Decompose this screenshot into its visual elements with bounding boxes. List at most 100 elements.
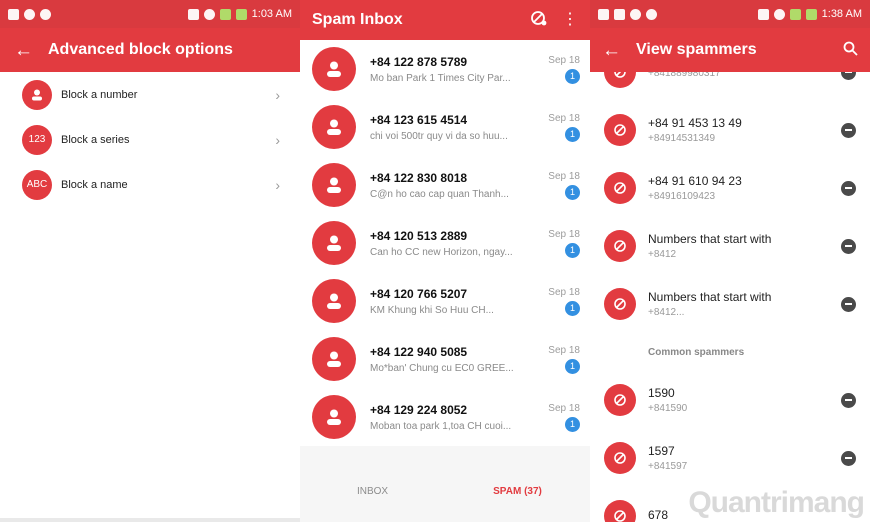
message-date: Sep 18 bbox=[548, 228, 580, 240]
message-row[interactable]: +84 129 224 8052 Moban toa park 1,toa CH … bbox=[300, 388, 590, 446]
blocked-icon bbox=[604, 384, 636, 416]
spammer-name: 1590 bbox=[648, 386, 675, 400]
person-avatar-icon bbox=[312, 337, 356, 381]
sender-number: +84 122 830 8018 bbox=[370, 170, 468, 185]
battery-icon bbox=[805, 8, 817, 20]
back-arrow-icon[interactable]: ← bbox=[14, 41, 48, 60]
message-date: Sep 18 bbox=[548, 402, 580, 414]
sender-number: +84 123 615 4514 bbox=[370, 112, 468, 127]
spammer-number: +841590 bbox=[648, 403, 688, 414]
series-badge: 123 bbox=[22, 124, 52, 155]
spammer-list: +841889980317 +84 91 453 13 49 +849145313… bbox=[590, 43, 870, 522]
person-avatar-icon bbox=[312, 279, 356, 323]
unread-count-badge: 1 bbox=[565, 300, 580, 316]
blocked-icon bbox=[604, 500, 636, 522]
remove-icon[interactable] bbox=[841, 450, 856, 466]
unread-count-badge: 1 bbox=[565, 416, 580, 432]
name-badge: ABC bbox=[22, 169, 52, 200]
status-bar: 1:38 AM bbox=[590, 0, 870, 28]
spammer-name: 1597 bbox=[648, 444, 675, 458]
tab-spam[interactable]: SPAM (37) bbox=[445, 474, 590, 522]
signal-icon bbox=[789, 8, 801, 20]
page-title: View spammers bbox=[636, 41, 757, 58]
spammer-row[interactable]: +84 91 610 94 23 +84916109423 bbox=[590, 159, 870, 217]
chevron-right-icon: › bbox=[275, 131, 280, 148]
option-label: Block a series bbox=[61, 133, 130, 146]
battery-icon bbox=[235, 8, 247, 20]
remove-icon[interactable] bbox=[841, 122, 856, 138]
sender-number: +84 122 940 5085 bbox=[370, 344, 468, 359]
remove-icon[interactable] bbox=[841, 296, 856, 312]
spammer-name: Numbers that start with bbox=[648, 232, 772, 246]
section-header: Common spammers bbox=[648, 346, 745, 358]
status-time: 1:03 AM bbox=[251, 8, 292, 20]
message-date: Sep 18 bbox=[548, 344, 580, 356]
message-row[interactable]: +84 123 615 4514 chi voi 500tr quy vi da … bbox=[300, 98, 590, 156]
sender-number: +84 122 878 5789 bbox=[370, 54, 468, 69]
block-settings-icon[interactable] bbox=[530, 9, 548, 31]
search-icon[interactable] bbox=[843, 41, 858, 60]
message-date: Sep 18 bbox=[548, 286, 580, 298]
message-preview: Moban toa park 1,toa CH cuoi... bbox=[370, 420, 512, 432]
spammer-row[interactable]: +84 91 453 13 49 +84914531349 bbox=[590, 101, 870, 159]
blocked-icon bbox=[604, 230, 636, 262]
message-icon bbox=[614, 8, 625, 20]
option-block-number[interactable]: Block a number › bbox=[0, 72, 300, 117]
page-title: Spam Inbox bbox=[312, 11, 403, 28]
remove-icon[interactable] bbox=[841, 180, 856, 196]
message-row[interactable]: +84 120 766 5207 KM Khung khi So Huu CH..… bbox=[300, 272, 590, 330]
spammer-row[interactable]: Numbers that start with +8412 bbox=[590, 217, 870, 275]
person-avatar-icon bbox=[312, 47, 356, 91]
spammer-number: +84914531349 bbox=[648, 133, 716, 144]
sender-number: +84 129 224 8052 bbox=[370, 402, 468, 417]
app-bar: ← View spammers bbox=[590, 28, 870, 72]
unread-count-badge: 1 bbox=[565, 184, 580, 200]
common-spammer-row[interactable]: 1597 +841597 bbox=[590, 429, 870, 487]
spammer-number: +8412 bbox=[648, 249, 677, 260]
spammer-row[interactable]: Numbers that start with +8412... bbox=[590, 275, 870, 333]
option-label: Block a name bbox=[61, 178, 128, 191]
message-row[interactable]: +84 122 940 5085 Mo*ban' Chung cu EC0 GRE… bbox=[300, 330, 590, 388]
advanced-block-options-screen: 1:03 AM ← Advanced block options Block a… bbox=[0, 0, 300, 522]
call-icon bbox=[24, 8, 35, 20]
spammer-name: +84 91 453 13 49 bbox=[648, 116, 742, 130]
more-options-icon[interactable]: ⋮ bbox=[562, 12, 578, 28]
spammer-name: +84 91 610 94 23 bbox=[648, 174, 742, 188]
wifi-icon bbox=[203, 8, 215, 20]
unread-count-badge: 1 bbox=[565, 126, 580, 142]
sync-icon bbox=[646, 8, 657, 20]
common-spammer-row[interactable]: 1590 +841590 bbox=[590, 371, 870, 429]
option-block-name[interactable]: ABC Block a name › bbox=[0, 162, 300, 207]
sender-number: +84 120 766 5207 bbox=[370, 286, 468, 301]
spammer-name: Numbers that start with bbox=[648, 290, 772, 304]
back-arrow-icon[interactable]: ← bbox=[602, 41, 636, 60]
watermark: Quantrimang bbox=[688, 486, 865, 519]
remove-icon[interactable] bbox=[841, 238, 856, 254]
message-row[interactable]: +84 120 513 2889 Can ho CC new Horizon, n… bbox=[300, 214, 590, 272]
status-bar: 1:03 AM bbox=[0, 0, 300, 28]
blocked-icon bbox=[604, 442, 636, 474]
option-block-series[interactable]: 123 Block a series › bbox=[0, 117, 300, 162]
message-row[interactable]: +84 122 878 5789 Mo ban Park 1 Times City… bbox=[300, 40, 590, 98]
message-preview: chi voi 500tr quy vi da so huu... bbox=[370, 130, 508, 142]
remove-icon[interactable] bbox=[841, 392, 856, 408]
notification-icon bbox=[598, 8, 609, 20]
tab-inbox[interactable]: INBOX bbox=[300, 474, 445, 522]
unread-count-badge: 1 bbox=[565, 242, 580, 258]
person-avatar-icon bbox=[312, 395, 356, 439]
person-icon bbox=[22, 79, 52, 110]
alarm-icon bbox=[187, 8, 199, 20]
spammer-number: +8412... bbox=[648, 307, 685, 318]
person-avatar-icon bbox=[312, 163, 356, 207]
person-avatar-icon bbox=[312, 105, 356, 149]
message-row[interactable]: +84 122 830 8018 C@n ho cao cap quan Than… bbox=[300, 156, 590, 214]
person-avatar-icon bbox=[312, 221, 356, 265]
sender-number: +84 120 513 2889 bbox=[370, 228, 468, 243]
message-date: Sep 18 bbox=[548, 170, 580, 182]
message-preview: Mo*ban' Chung cu EC0 GREE... bbox=[370, 362, 514, 374]
app-bar: ← Advanced block options bbox=[0, 28, 300, 72]
message-date: Sep 18 bbox=[548, 54, 580, 66]
status-time: 1:38 AM bbox=[821, 8, 862, 20]
option-label: Block a number bbox=[61, 88, 138, 101]
blocked-icon bbox=[604, 114, 636, 146]
